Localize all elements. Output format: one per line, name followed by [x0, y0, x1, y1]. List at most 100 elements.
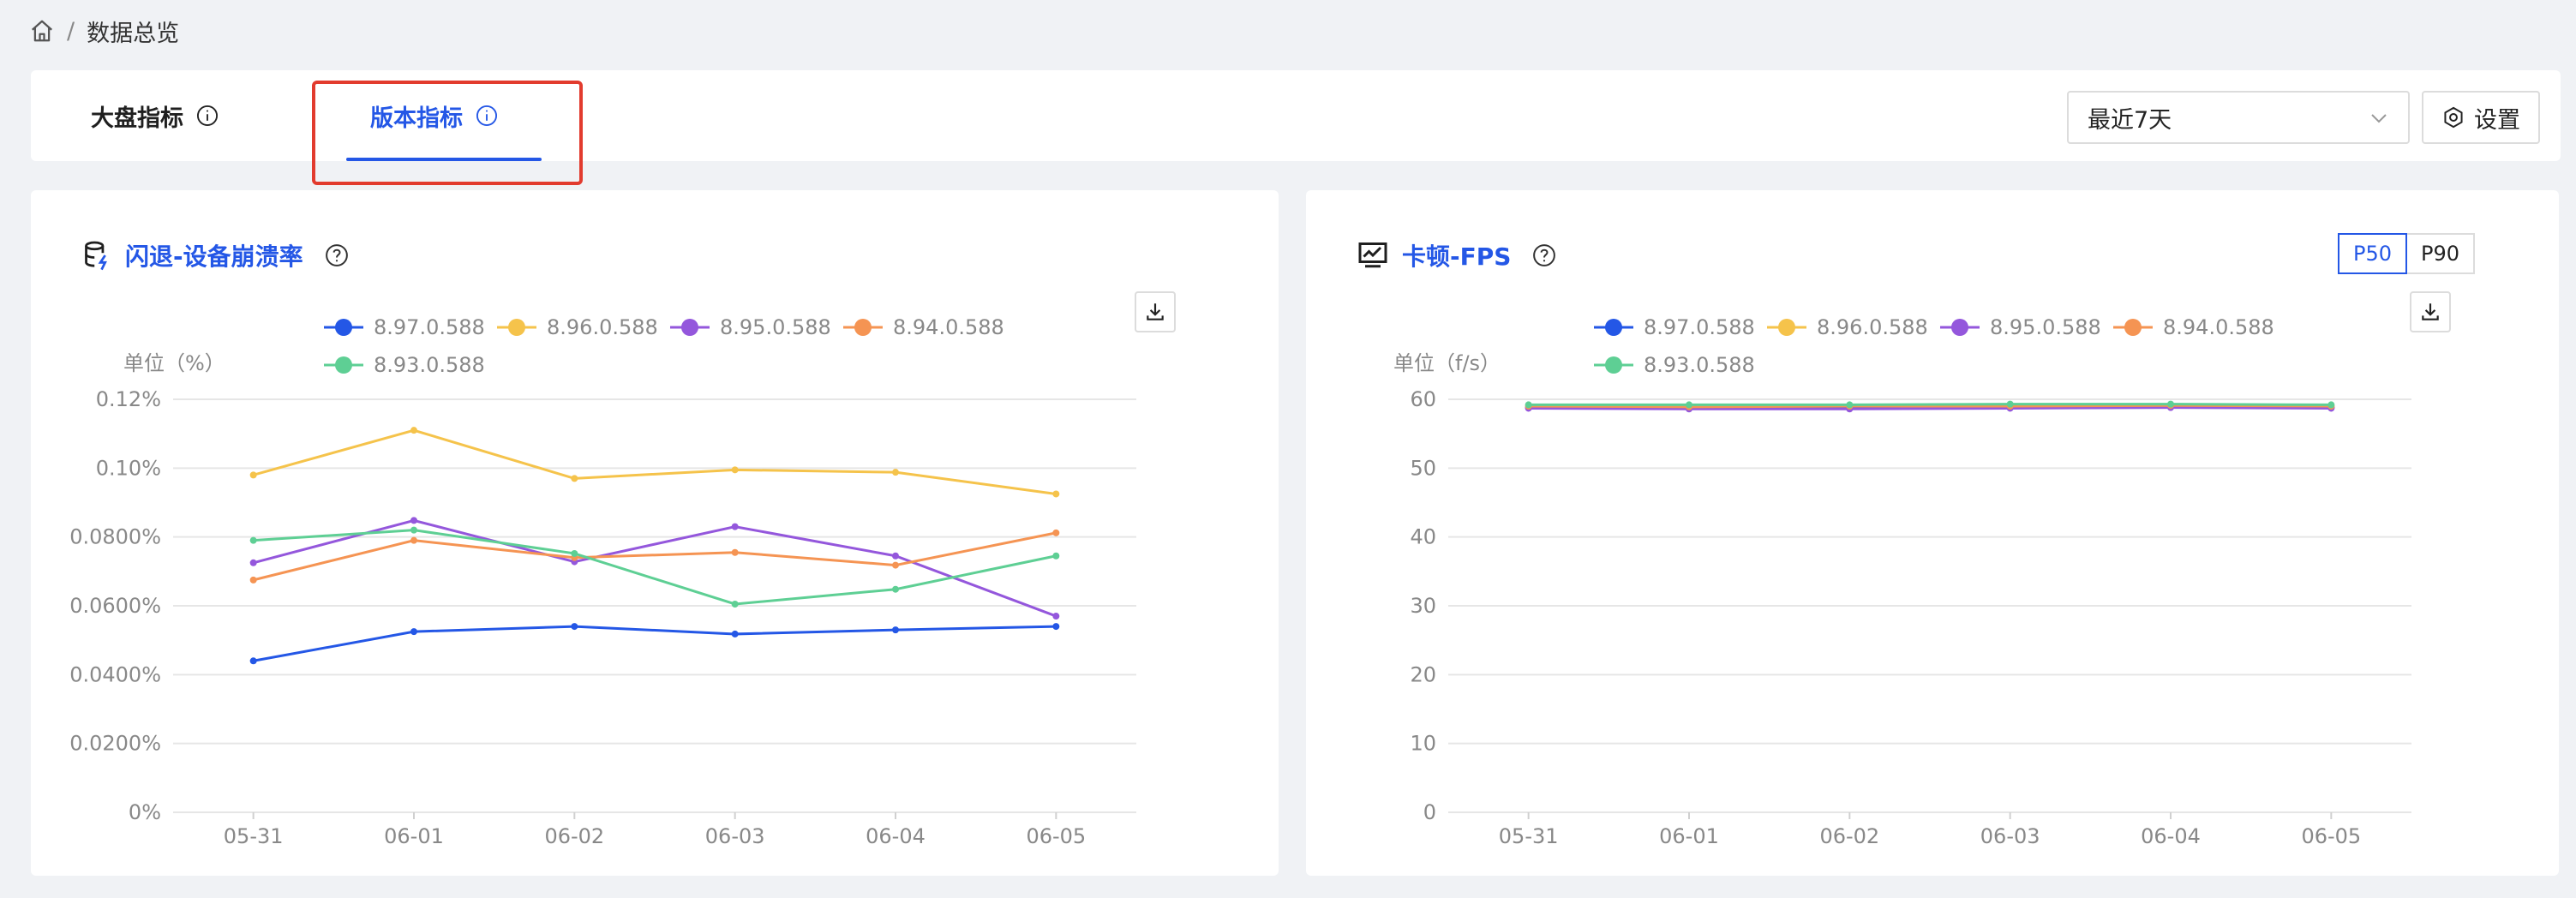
legend-label: 8.96.0.588: [547, 315, 658, 339]
x-tick-label: 05-31: [224, 824, 284, 848]
data-point: [2006, 400, 2014, 408]
y-tick-label: 0.0200%: [69, 732, 161, 756]
breadcrumb: / 数据总览: [29, 12, 179, 50]
crash-rate-chart: 单位（%） 0% 0.0200% 0.0400% 0.0600% 0.0800% 0.10%…: [69, 315, 1136, 848]
data-point: [249, 576, 257, 584]
settings-button[interactable]: 设置: [2422, 91, 2540, 144]
data-point: [731, 600, 739, 608]
y-tick-label: 30: [1410, 594, 1436, 618]
x-tick-label: 06-03: [1980, 824, 2040, 848]
y-tick-label: 0%: [129, 800, 161, 824]
fps-panel: 卡顿-FPS P50 P90 单位（f/s） 0 10 20 30 40 50 60 05-31…: [1306, 190, 2559, 876]
x-tick-label: 06-01: [384, 824, 444, 848]
chevron-down-icon: [2371, 114, 2387, 123]
data-point: [731, 523, 739, 530]
data-point: [571, 475, 578, 482]
data-point: [410, 628, 417, 636]
data-point: [571, 549, 578, 557]
data-point: [1052, 613, 1060, 620]
data-point: [249, 471, 257, 479]
legend-label: 8.95.0.588: [1990, 315, 2101, 339]
series-line: [253, 529, 1057, 606]
legend-item[interactable]: 8.93.0.588: [324, 353, 485, 377]
data-point: [892, 469, 899, 476]
y-tick-label: 0.10%: [96, 456, 161, 480]
data-point: [1052, 490, 1060, 498]
x-tick-label: 06-05: [1026, 824, 1086, 848]
data-point: [249, 559, 257, 566]
home-icon[interactable]: [29, 18, 55, 44]
x-tick-label: 06-04: [2141, 824, 2201, 848]
legend-item[interactable]: 8.94.0.588: [843, 315, 1004, 339]
y-tick-label: 0.12%: [96, 387, 161, 411]
legend-item[interactable]: 8.93.0.588: [1594, 353, 1755, 377]
data-point: [892, 552, 899, 560]
y-tick-label: 40: [1410, 525, 1436, 549]
data-point: [892, 585, 899, 593]
data-point: [410, 427, 417, 434]
legend-item[interactable]: 8.95.0.588: [1940, 315, 2101, 339]
y-tick-label: 10: [1410, 732, 1436, 756]
data-point: [892, 626, 899, 634]
data-point: [1052, 623, 1060, 631]
y-tick-label: 0.0600%: [69, 594, 161, 618]
breadcrumb-separator: /: [67, 17, 75, 45]
legend-item[interactable]: 8.97.0.588: [1594, 315, 1755, 339]
data-point: [249, 536, 257, 544]
legend-label: 8.95.0.588: [720, 315, 831, 339]
data-point: [1686, 401, 1692, 409]
series-line: [253, 428, 1057, 495]
x-tick-label: 06-02: [1819, 824, 1879, 848]
data-point: [731, 548, 739, 556]
info-icon: [196, 105, 219, 127]
fps-chart: 单位（f/s） 0 10 20 30 40 50 60 05-31 06-01 06-02 06-03…: [1393, 315, 2411, 848]
legend-item[interactable]: 8.95.0.588: [670, 315, 831, 339]
legend-item[interactable]: 8.96.0.588: [1767, 315, 1928, 339]
legend-label: 8.94.0.588: [2163, 315, 2274, 339]
series-line: [253, 531, 1057, 582]
data-point: [410, 536, 417, 544]
crash-rate-panel: 闪退-设备崩溃率 单位（%） 0% 0.0200% 0.0400% 0.0600% 0.0…: [31, 190, 1279, 876]
gear-icon: [2444, 106, 2463, 129]
series-line: [253, 518, 1057, 618]
y-tick-label: 0.0400%: [69, 662, 161, 686]
date-range-select[interactable]: 最近7天: [2067, 91, 2410, 144]
legend-label: 8.94.0.588: [893, 315, 1004, 339]
y-tick-label: 0: [1423, 800, 1436, 824]
tab-label: 版本指标: [370, 105, 463, 132]
legend-label: 8.96.0.588: [1817, 315, 1928, 339]
y-tick-label: 60: [1410, 387, 1436, 411]
data-point: [731, 466, 739, 474]
legend-label: 8.97.0.588: [374, 315, 485, 339]
unit-label: 单位（%）: [123, 351, 225, 375]
x-tick-label: 06-05: [2301, 824, 2361, 848]
legend-label: 8.97.0.588: [1644, 315, 1755, 339]
data-point: [249, 657, 257, 665]
legend-item[interactable]: 8.94.0.588: [2113, 315, 2274, 339]
info-icon: [476, 105, 498, 127]
tab-label: 大盘指标: [91, 105, 183, 132]
data-point: [2167, 400, 2174, 408]
data-point: [571, 623, 578, 631]
unit-label: 单位（f/s）: [1393, 351, 1501, 375]
x-tick-label: 06-01: [1659, 824, 1719, 848]
data-point: [731, 630, 739, 638]
date-range-value: 最近7天: [2088, 106, 2172, 134]
data-point: [410, 517, 417, 524]
series-line: [1528, 403, 2332, 406]
y-tick-label: 20: [1410, 662, 1436, 686]
data-point: [1846, 401, 1854, 409]
legend-label: 8.93.0.588: [1644, 353, 1755, 377]
tab-bar: 大盘指标 版本指标 最近7天 设置: [31, 70, 2561, 185]
tab-overview-metrics[interactable]: 大盘指标: [91, 70, 219, 161]
x-tick-label: 05-31: [1499, 824, 1559, 848]
tab-version-metrics[interactable]: 版本指标: [346, 70, 542, 161]
data-point: [1052, 529, 1060, 536]
breadcrumb-current: 数据总览: [87, 20, 180, 47]
legend-item[interactable]: 8.97.0.588: [324, 315, 485, 339]
y-tick-label: 50: [1410, 456, 1436, 480]
x-tick-label: 06-04: [866, 824, 926, 848]
legend-item[interactable]: 8.96.0.588: [497, 315, 658, 339]
data-point: [892, 561, 899, 569]
y-tick-label: 0.0800%: [69, 525, 161, 549]
